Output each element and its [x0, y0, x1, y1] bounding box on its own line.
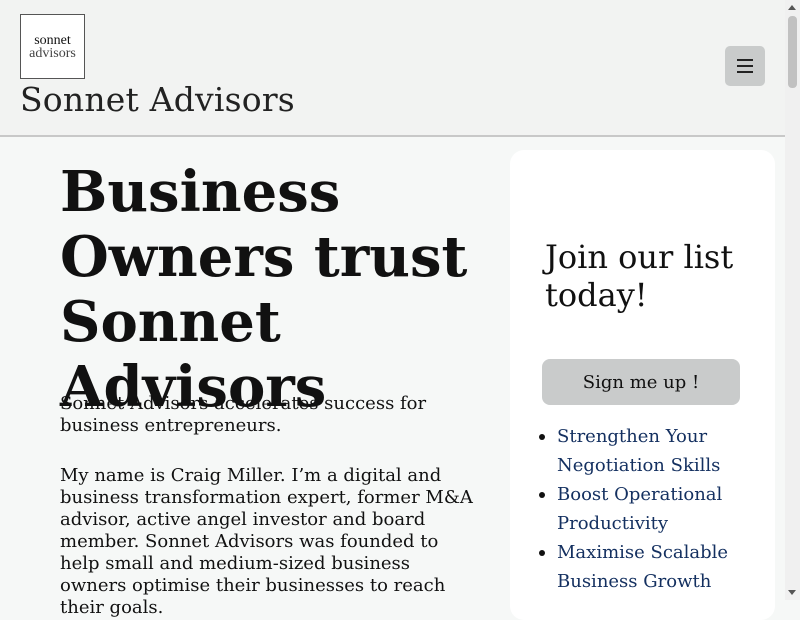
signup-title: Join our list today!: [545, 238, 734, 314]
benefit-item: Boost Operational Productivity: [539, 480, 767, 538]
sign-up-button[interactable]: Sign me up !: [542, 359, 740, 405]
signup-card: Join our list today! Sign me up ! Streng…: [510, 150, 775, 620]
hamburger-icon: [737, 57, 753, 75]
menu-button[interactable]: [725, 46, 765, 86]
intro-text: Sonnet Advisors accelerates success for …: [60, 393, 427, 436]
bio-text: My name is Craig Miller. I’m a digital a…: [60, 465, 473, 618]
scroll-thumb[interactable]: [788, 16, 797, 88]
logo[interactable]: sonnet advisors: [20, 14, 85, 79]
scroll-down-icon[interactable]: [788, 590, 796, 595]
hero-heading: Business Owners trust Sonnet Advisors: [60, 159, 468, 420]
benefits-list: Strengthen Your Negotiation Skills Boost…: [539, 422, 767, 596]
vertical-scrollbar[interactable]: [785, 0, 800, 600]
site-title[interactable]: Sonnet Advisors: [20, 80, 295, 119]
benefit-item: Strengthen Your Negotiation Skills: [539, 422, 767, 480]
logo-text-advisors: advisors: [29, 45, 76, 61]
site-header: sonnet advisors Sonnet Advisors: [0, 0, 785, 137]
benefit-item: Maximise Scalable Business Growth: [539, 538, 767, 596]
logo-text-sonnet: sonnet: [34, 32, 71, 48]
scroll-up-icon[interactable]: [788, 5, 796, 10]
